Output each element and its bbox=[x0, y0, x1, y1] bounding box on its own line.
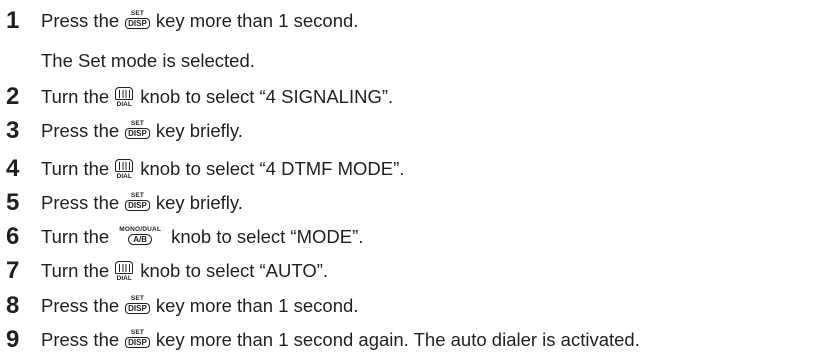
step-text-post: key briefly. bbox=[155, 192, 243, 213]
dial-knob-icon: DIAL bbox=[115, 86, 134, 108]
set-disp-key-icon: SET DISP bbox=[125, 295, 150, 314]
set-disp-key-icon: SET DISP bbox=[125, 329, 150, 348]
set-disp-key-icon: SET DISP bbox=[125, 192, 150, 211]
step-text-post: knob to select “4 DTMF MODE”. bbox=[140, 158, 405, 179]
step-note: The Set mode is selected. bbox=[41, 50, 255, 71]
step-text-pre: Turn the bbox=[41, 226, 110, 247]
step-text-post: knob to select “MODE”. bbox=[171, 226, 364, 247]
step-text-post: knob to select “4 SIGNALING”. bbox=[140, 86, 394, 107]
step-text-pre: Press the bbox=[41, 120, 120, 141]
step-text-post: key more than 1 second. bbox=[155, 10, 359, 31]
step-number: 5 bbox=[6, 189, 20, 216]
dial-knob-icon: DIAL bbox=[115, 158, 134, 180]
step-number: 9 bbox=[6, 326, 20, 353]
step-text-pre: Turn the bbox=[41, 158, 110, 179]
instruction-steps: 1 Press the SET DISP key more than 1 sec… bbox=[0, 0, 826, 360]
step-number: 3 bbox=[6, 117, 20, 144]
step-text-pre: Turn the bbox=[41, 260, 110, 281]
step-text-post: key more than 1 second. bbox=[155, 295, 359, 316]
step-text-pre: Press the bbox=[41, 192, 120, 213]
step-text-post: knob to select “AUTO”. bbox=[140, 260, 329, 281]
step-number: 8 bbox=[6, 292, 20, 319]
set-disp-key-icon: SET DISP bbox=[125, 10, 150, 29]
step-text-post: key more than 1 second again. The auto d… bbox=[155, 329, 640, 350]
set-disp-key-icon: SET DISP bbox=[125, 120, 150, 139]
step-number: 1 bbox=[6, 7, 20, 34]
step-text-pre: Press the bbox=[41, 10, 120, 31]
step-text-pre: Turn the bbox=[41, 86, 110, 107]
step-text-post: key briefly. bbox=[155, 120, 243, 141]
step-number: 2 bbox=[6, 83, 20, 110]
step-number: 6 bbox=[6, 223, 20, 250]
step-text-pre: Press the bbox=[41, 295, 120, 316]
step-number: 4 bbox=[6, 155, 20, 182]
mono-dual-knob-icon: MONO/DUAL A/B bbox=[119, 225, 162, 245]
step-text-pre: Press the bbox=[41, 329, 120, 350]
dial-knob-icon: DIAL bbox=[115, 260, 134, 282]
step-number: 7 bbox=[6, 257, 20, 284]
